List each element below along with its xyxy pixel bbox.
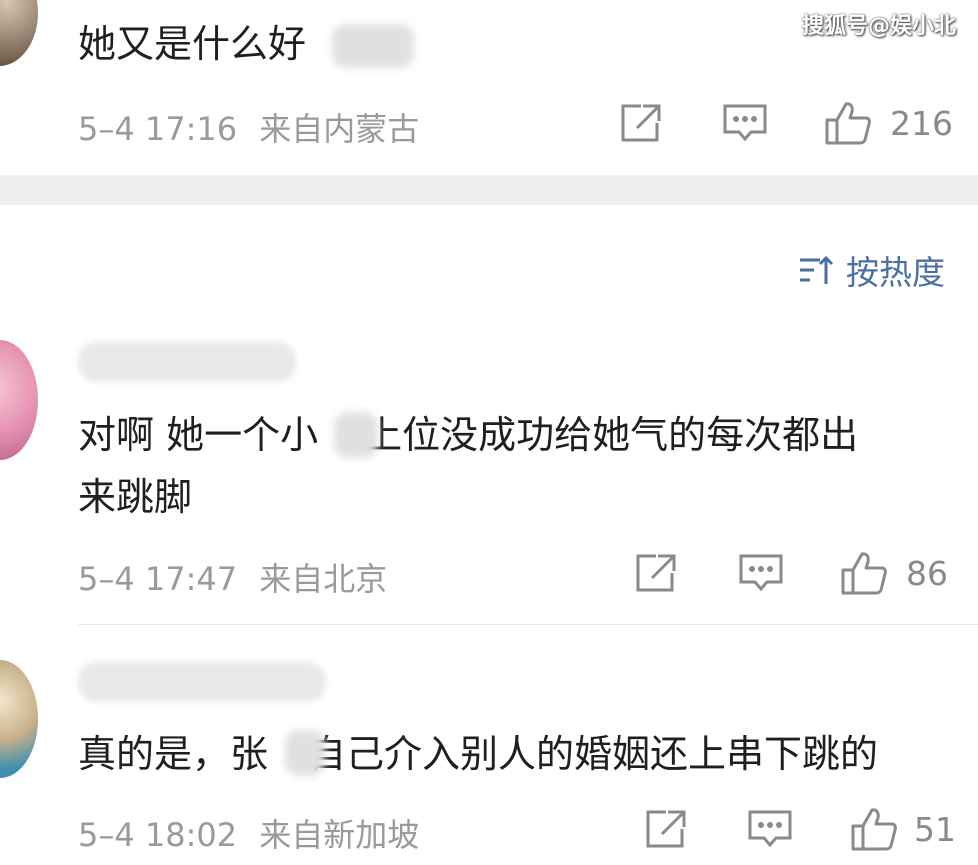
comment-divider — [78, 624, 978, 625]
avatar[interactable] — [0, 340, 38, 460]
comment-text: 真的是，张 自己介入别人的婚姻还上串下跳的 — [78, 732, 879, 776]
redacted-text — [332, 24, 414, 68]
like-count: 51 — [914, 810, 956, 849]
comment-time: 5–4 17:47 — [78, 560, 238, 598]
sort-label: 按热度 — [846, 253, 945, 292]
comment-time: 5–4 18:02 — [78, 816, 238, 854]
redacted-text — [285, 730, 325, 776]
sort-toggle[interactable]: 按热度 — [798, 246, 945, 294]
comment-text: 对啊 她一个小 上位没成功给她气的每次都出 — [78, 413, 859, 457]
sort-icon — [798, 254, 834, 286]
avatar[interactable] — [0, 0, 38, 66]
share-icon[interactable] — [634, 553, 678, 593]
like-count: 216 — [890, 104, 953, 143]
thumbs-up-icon[interactable] — [850, 806, 898, 852]
comment-location: 来自内蒙古 — [259, 110, 420, 148]
comment-icon[interactable] — [722, 103, 768, 143]
like-count: 86 — [906, 554, 948, 593]
redacted-text — [334, 412, 378, 458]
thumbs-up-icon[interactable] — [824, 100, 872, 146]
username-redacted[interactable] — [78, 662, 326, 702]
comment-icon[interactable] — [747, 809, 793, 849]
comment-icon[interactable] — [738, 553, 784, 593]
thumbs-up-icon[interactable] — [840, 550, 888, 596]
comment-meta: 5–4 18:02 来自新加坡 — [78, 810, 419, 856]
username-redacted[interactable] — [78, 342, 296, 382]
comment-location: 来自新加坡 — [259, 816, 420, 854]
comment-text-line2: 来跳脚 — [78, 475, 193, 519]
comment-meta: 5–4 17:16 来自内蒙古 — [78, 104, 419, 150]
avatar[interactable] — [0, 660, 38, 778]
share-icon[interactable] — [619, 103, 663, 143]
share-icon[interactable] — [644, 809, 688, 849]
comment-meta: 5–4 17:47 来自北京 — [78, 554, 387, 600]
comment-location: 来自北京 — [259, 560, 388, 598]
watermark: 搜狐号@娱小北 — [801, 14, 956, 39]
comment-time: 5–4 17:16 — [78, 110, 238, 148]
section-divider — [0, 175, 978, 205]
